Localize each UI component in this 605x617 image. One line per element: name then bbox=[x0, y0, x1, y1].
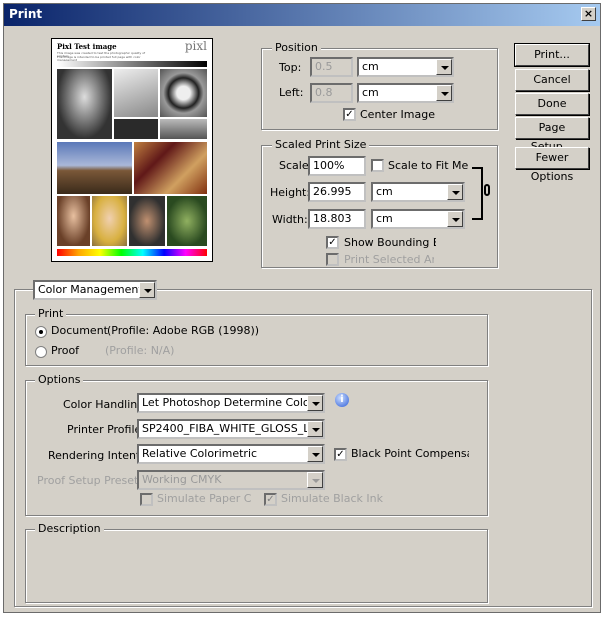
print-preview: Pixl Test image pixl This image was crea… bbox=[51, 38, 213, 262]
preview-photo bbox=[134, 142, 207, 194]
preview-color-strip bbox=[57, 249, 207, 256]
preview-photo bbox=[160, 69, 207, 117]
height-input[interactable]: 26.995 bbox=[308, 182, 366, 202]
description-label: Description bbox=[35, 522, 104, 535]
close-button[interactable]: × bbox=[581, 7, 596, 21]
color-management-dropdown[interactable]: Color Management bbox=[33, 280, 157, 300]
preview-photo bbox=[129, 196, 165, 246]
print-selected-area-checkbox[interactable] bbox=[326, 253, 339, 266]
color-handling-label: Color Handling: bbox=[63, 398, 148, 411]
printer-profile-label: Printer Profile: bbox=[67, 423, 145, 436]
chevron-down-icon bbox=[307, 395, 323, 411]
center-image-checkbox[interactable]: ✓ bbox=[343, 108, 356, 121]
chevron-down-icon bbox=[139, 282, 155, 298]
preview-photo bbox=[114, 69, 158, 117]
preview-photo bbox=[92, 196, 127, 246]
left-unit-select[interactable]: cm bbox=[357, 83, 454, 103]
print-source-group bbox=[25, 314, 488, 366]
scale-input[interactable]: 100% bbox=[308, 156, 366, 176]
print-dialog: Print × Pixl Test image pixl This image … bbox=[3, 3, 601, 613]
position-label: Position bbox=[272, 41, 321, 54]
rendering-intent-label: Rendering Intent: bbox=[48, 449, 144, 462]
chevron-down-icon bbox=[307, 421, 323, 437]
scale-to-fit-checkbox[interactable] bbox=[371, 159, 384, 172]
preview-photo bbox=[167, 196, 207, 246]
simulate-paper-checkbox[interactable] bbox=[140, 493, 153, 506]
center-image-label: Center Image bbox=[360, 108, 435, 121]
window-title: Print bbox=[9, 7, 43, 21]
print-button[interactable]: Print... bbox=[514, 43, 590, 67]
done-button[interactable]: Done bbox=[515, 93, 589, 115]
simulate-paper-label: Simulate Paper Color bbox=[157, 492, 252, 505]
preview-photo bbox=[57, 69, 112, 139]
print-source-label: Print bbox=[35, 307, 67, 320]
left-input[interactable]: 0.8 bbox=[310, 83, 353, 103]
show-bounding-box-checkbox[interactable]: ✓ bbox=[326, 236, 339, 249]
rendering-intent-select[interactable]: Relative Colorimetric bbox=[137, 444, 325, 464]
chevron-down-icon bbox=[436, 85, 452, 101]
preview-title: Pixl Test image bbox=[57, 42, 117, 51]
preview-photo bbox=[57, 196, 90, 246]
proof-setup-preset-label: Proof Setup Preset: bbox=[37, 474, 143, 487]
page-setup-button[interactable]: Page Setup... bbox=[515, 117, 589, 153]
preview-photo bbox=[160, 119, 207, 139]
simulate-black-label: Simulate Black Ink bbox=[281, 492, 383, 505]
scale-to-fit-label: Scale to Fit Media bbox=[388, 159, 468, 172]
black-point-label: Black Point Compensation bbox=[351, 447, 469, 460]
proof-setup-preset-select[interactable]: Working CMYK bbox=[137, 470, 325, 490]
height-label: Height: bbox=[270, 186, 311, 199]
cancel-button[interactable]: Cancel bbox=[515, 69, 589, 91]
simulate-black-checkbox[interactable]: ✓ bbox=[264, 493, 277, 506]
scaled-print-size-label: Scaled Print Size bbox=[272, 138, 370, 151]
chevron-down-icon bbox=[307, 472, 323, 488]
show-bounding-box-label: Show Bounding Box bbox=[344, 236, 436, 249]
width-input[interactable]: 18.803 bbox=[308, 209, 366, 229]
proof-profile: (Profile: N/A) bbox=[105, 344, 175, 357]
height-unit-select[interactable]: cm bbox=[371, 182, 465, 202]
chevron-down-icon bbox=[436, 59, 452, 75]
title-bar: Print × bbox=[4, 4, 600, 26]
options-label: Options bbox=[35, 373, 84, 386]
printer-profile-select[interactable]: SP2400_FIBA_WHITE_GLOSS_L... bbox=[137, 419, 325, 439]
black-point-checkbox[interactable]: ✓ bbox=[334, 448, 347, 461]
proof-label: Proof bbox=[51, 344, 80, 357]
preview-photo bbox=[114, 119, 158, 139]
description-group bbox=[25, 529, 488, 603]
chevron-down-icon bbox=[447, 211, 463, 227]
info-icon[interactable]: i bbox=[335, 393, 349, 407]
color-handling-select[interactable]: Let Photoshop Determine Colors bbox=[137, 393, 325, 413]
document-radio[interactable] bbox=[35, 326, 47, 338]
preview-grayscale-strip bbox=[57, 61, 207, 67]
chevron-down-icon bbox=[447, 184, 463, 200]
top-unit-select[interactable]: cm bbox=[357, 57, 454, 77]
width-unit-select[interactable]: cm bbox=[371, 209, 465, 229]
top-input[interactable]: 0.5 bbox=[310, 57, 353, 77]
chevron-down-icon bbox=[307, 446, 323, 462]
document-label: Document bbox=[51, 324, 108, 337]
left-label: Left: bbox=[279, 86, 304, 99]
link-icon[interactable] bbox=[484, 184, 490, 196]
fewer-options-button[interactable]: Fewer Options bbox=[515, 147, 589, 183]
document-profile: (Profile: Adobe RGB (1998)) bbox=[107, 324, 260, 337]
print-selected-area-label: Print Selected Area bbox=[344, 253, 434, 266]
preview-logo: pixl bbox=[184, 39, 207, 53]
constrain-bracket bbox=[472, 167, 483, 220]
top-label: Top: bbox=[279, 61, 302, 74]
proof-radio[interactable] bbox=[35, 346, 47, 358]
preview-photo bbox=[57, 142, 132, 194]
width-label: Width: bbox=[272, 213, 308, 226]
